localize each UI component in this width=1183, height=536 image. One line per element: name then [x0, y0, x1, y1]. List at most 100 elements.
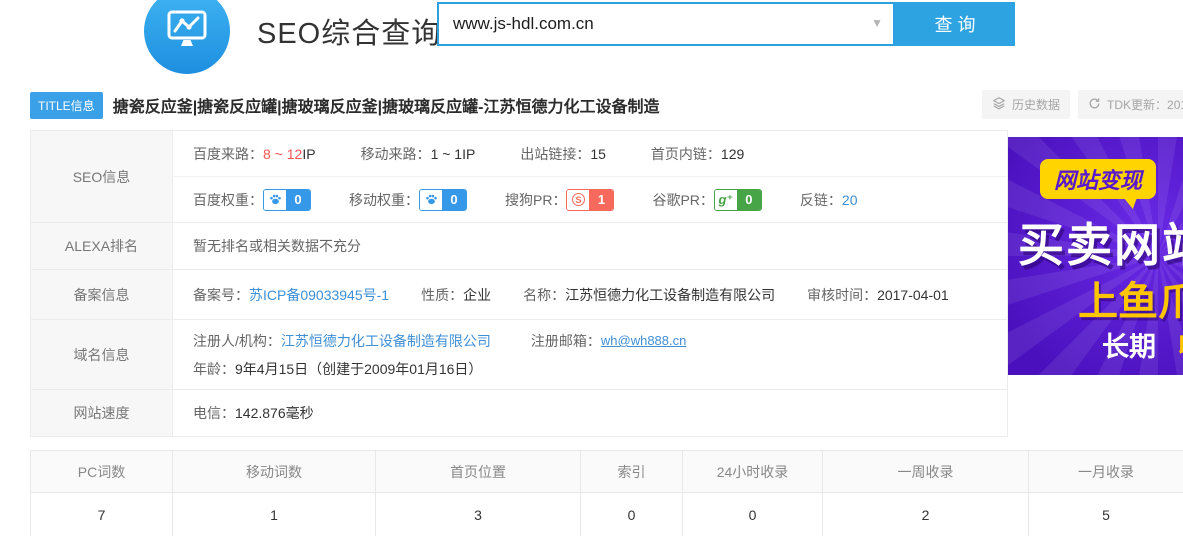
baidu-weight-label: 百度权重：	[193, 190, 263, 210]
google-pr-label: 谷歌PR：	[652, 190, 713, 210]
speed-value: 142.876毫秒	[235, 403, 314, 423]
tdk-update-label: TDK更新：2018	[1107, 96, 1183, 113]
seo-info-table: SEO信息 百度来路：8 ~ 12 IP 移动来路：1 ~ 1 IP 出站链接：…	[30, 130, 1008, 437]
domain-age-label: 年龄：	[193, 359, 235, 379]
baidu-weight-badge[interactable]: 0	[263, 189, 311, 211]
row-seo-info: SEO信息 百度来路：8 ~ 12 IP 移动来路：1 ~ 1 IP 出站链接：…	[31, 131, 1007, 223]
sogou-pr-label: 搜狗PR：	[505, 190, 566, 210]
mobile-weight-label: 移动权重：	[349, 190, 419, 210]
page-title: SEO综合查询	[257, 10, 441, 52]
icp-name-label: 名称：	[523, 285, 565, 305]
app-logo	[144, 0, 230, 74]
col-pc-words: PC词数	[31, 451, 173, 493]
col-index: 索引	[581, 451, 683, 493]
icp-number-label: 备案号：	[193, 285, 249, 305]
email-label: 注册邮箱：	[531, 331, 601, 351]
ad-bubble: 网站变现	[1040, 159, 1156, 199]
row-label-speed: 网站速度	[31, 390, 173, 436]
site-title-text: 搪瓷反应釜|搪瓷反应罐|搪玻璃反应釜|搪玻璃反应罐-江苏恒德力化工设备制造	[113, 93, 660, 117]
col-homepage-position: 首页位置	[376, 451, 581, 493]
row-label-seo: SEO信息	[31, 131, 173, 222]
ad-subline: 上鱼爪	[1078, 269, 1183, 327]
google-plus-icon: g⁺	[715, 190, 737, 210]
email-link[interactable]: wh@wh888.cn	[601, 333, 686, 348]
homepage-links-label: 首页内链：	[651, 144, 721, 164]
row-icp: 备案信息 备案号：苏ICP备09033945号-1 性质：企业 名称：江苏恒德力…	[31, 270, 1007, 320]
row-label-domain: 域名信息	[31, 320, 173, 389]
registrant-label: 注册人/机构：	[193, 331, 281, 351]
seo-query-page: SEO综合查询 ▼ 查 询 TITLE信息 搪瓷反应釜|搪瓷反应罐|搪玻璃反应釜…	[0, 0, 1183, 536]
val-homepage-position: 3	[376, 493, 581, 536]
mobile-weight-value: 0	[442, 190, 466, 210]
homepage-links-value: 129	[721, 146, 744, 162]
ad-banner[interactable]: 网站变现 买卖网站 上鱼爪 长期收站	[1008, 137, 1183, 375]
row-domain: 域名信息 注册人/机构：江苏恒德力化工设备制造有限公司 注册邮箱：wh@wh88…	[31, 320, 1007, 390]
icp-audit-label: 审核时间：	[807, 285, 877, 305]
domain-age-value: 9年4月15日（创建于2009年01月16日）	[235, 359, 482, 379]
outbound-links-value: 15	[590, 146, 606, 162]
baidu-traffic-value: 8 ~ 12	[263, 146, 302, 162]
ad-footer: 长期收站	[1102, 325, 1183, 364]
row-speed: 网站速度 电信：142.876毫秒	[31, 390, 1007, 437]
dropdown-caret-icon[interactable]: ▼	[871, 16, 883, 30]
history-data-label: 历史数据	[1012, 96, 1060, 113]
col-mobile-words: 移动词数	[173, 451, 376, 493]
tdk-update-button[interactable]: TDK更新：2018	[1078, 90, 1183, 119]
layers-icon	[992, 96, 1006, 113]
seo-traffic-line: 百度来路：8 ~ 12 IP 移动来路：1 ~ 1 IP 出站链接：15 首页内…	[173, 131, 1007, 177]
google-pr-value: 0	[737, 190, 761, 210]
mobile-traffic-label: 移动来路：	[361, 144, 431, 164]
stats-values-row: 7 1 3 0 0 2 5	[31, 493, 1183, 536]
sogou-icon: S	[567, 190, 589, 210]
icp-nature-value: 企业	[463, 285, 491, 305]
google-pr-badge[interactable]: g⁺ 0	[714, 189, 762, 211]
stats-table: PC词数 移动词数 首页位置 索引 24小时收录 一周收录 一月收录 7 1 3…	[30, 450, 1183, 536]
baidu-traffic-label: 百度来路：	[193, 144, 263, 164]
baidu-traffic-suffix: IP	[302, 146, 315, 162]
alexa-text: 暂无排名或相关数据不充分	[193, 236, 361, 256]
baidu-weight-value: 0	[286, 190, 310, 210]
title-info-badge: TITLE信息	[30, 92, 103, 119]
mobile-weight-badge[interactable]: 0	[419, 189, 467, 211]
backlink-value[interactable]: 20	[842, 192, 858, 208]
icp-nature-label: 性质：	[421, 285, 463, 305]
val-index: 0	[581, 493, 683, 536]
registrant-link[interactable]: 江苏恒德力化工设备制造有限公司	[281, 331, 491, 351]
val-month-collect: 5	[1029, 493, 1183, 536]
search-bar: ▼ 查 询	[437, 2, 1015, 46]
val-mobile-words: 1	[173, 493, 376, 536]
history-data-button[interactable]: 历史数据	[982, 90, 1070, 119]
backlink-label: 反链：	[800, 190, 842, 210]
ad-footer-right: 收站	[1178, 332, 1183, 362]
val-pc-words: 7	[31, 493, 173, 536]
refresh-icon	[1088, 97, 1101, 113]
title-bar: TITLE信息 搪瓷反应釜|搪瓷反应罐|搪玻璃反应釜|搪玻璃反应罐-江苏恒德力化…	[30, 92, 659, 118]
outbound-links-label: 出站链接：	[520, 144, 590, 164]
sogou-pr-value: 1	[589, 190, 613, 210]
val-week-collect: 2	[823, 493, 1029, 536]
row-label-icp: 备案信息	[31, 270, 173, 319]
col-month-collect: 一月收录	[1029, 451, 1183, 493]
monitor-chart-icon	[163, 5, 211, 58]
speed-label: 电信：	[193, 403, 235, 423]
ad-headline: 买卖网站	[1018, 209, 1183, 275]
baidu-mobile-paw-icon	[420, 190, 442, 210]
baidu-paw-icon	[264, 190, 286, 210]
col-24h-collect: 24小时收录	[683, 451, 823, 493]
icp-number-link[interactable]: 苏ICP备09033945号-1	[249, 285, 389, 305]
stats-header-row: PC词数 移动词数 首页位置 索引 24小时收录 一周收录 一月收录	[31, 451, 1183, 493]
seo-metrics-line: 百度权重： 0 移动权重： 0 搜狗PR：	[173, 177, 1007, 222]
mobile-traffic-suffix: IP	[462, 146, 475, 162]
icp-name-value: 江苏恒德力化工设备制造有限公司	[565, 285, 775, 305]
icp-audit-value: 2017-04-01	[877, 287, 949, 303]
ad-footer-left: 长期	[1102, 332, 1156, 362]
row-alexa: ALEXA排名 暂无排名或相关数据不充分	[31, 223, 1007, 270]
query-button[interactable]: 查 询	[895, 2, 1015, 46]
search-input[interactable]	[437, 2, 895, 46]
col-week-collect: 一周收录	[823, 451, 1029, 493]
sogou-pr-badge[interactable]: S 1	[566, 189, 614, 211]
mobile-traffic-value: 1 ~ 1	[431, 146, 463, 162]
row-label-alexa: ALEXA排名	[31, 223, 173, 269]
title-actions: 历史数据 TDK更新：2018	[982, 90, 1183, 119]
val-24h-collect: 0	[683, 493, 823, 536]
